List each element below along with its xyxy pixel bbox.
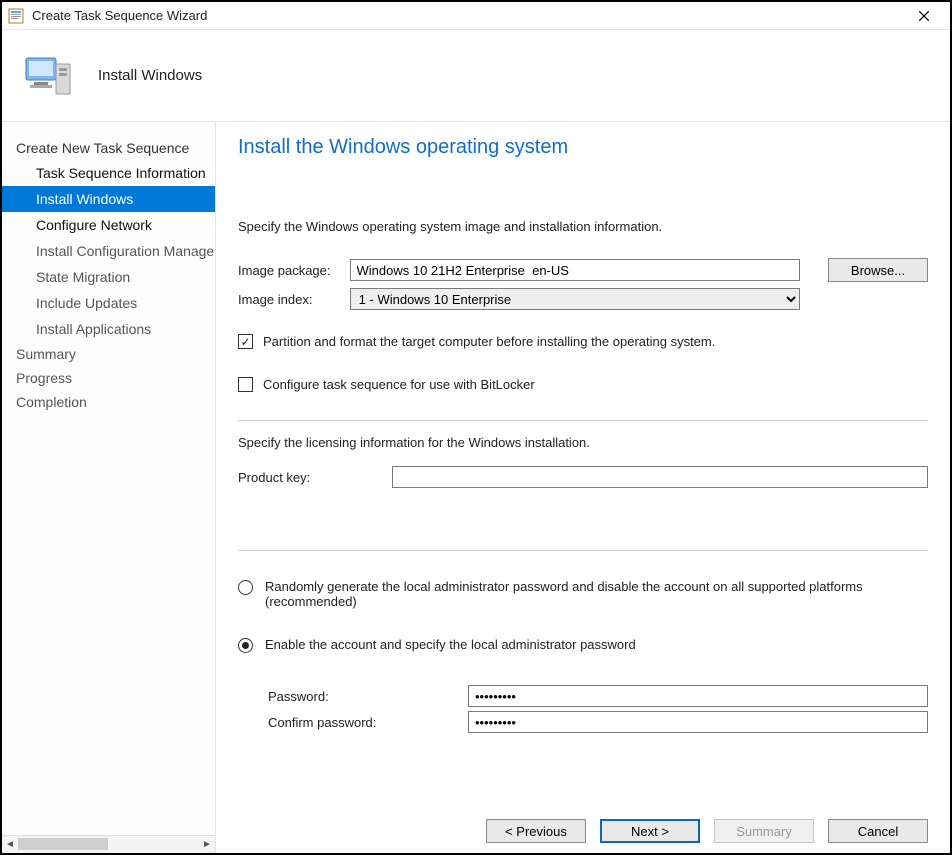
close-icon [919,11,929,21]
sidebar: Create New Task Sequence Task Sequence I… [2,122,216,853]
partition-label: Partition and format the target computer… [263,334,715,349]
header-title: Install Windows [98,67,202,84]
footer-buttons: < Previous Next > Summary Cancel [238,785,928,843]
scroll-thumb[interactable] [18,838,108,850]
cancel-button[interactable]: Cancel [828,819,928,843]
confirm-password-label: Confirm password: [268,715,468,730]
radio-enable-label: Enable the account and specify the local… [265,637,636,652]
scroll-left-icon[interactable]: ◄ [2,836,18,853]
radio-enable-row[interactable]: Enable the account and specify the local… [238,637,928,653]
bitlocker-label: Configure task sequence for use with Bit… [263,377,535,392]
radio-random[interactable] [238,580,253,595]
sidebar-item-configure-network[interactable]: Configure Network [2,212,215,238]
sidebar-item-task-sequence-information[interactable]: Task Sequence Information [2,160,215,186]
partition-checkbox-row[interactable]: Partition and format the target computer… [238,334,928,349]
partition-checkbox[interactable] [238,334,253,349]
app-icon [8,8,24,24]
page-title: Install the Windows operating system [238,136,928,159]
separator-1 [238,420,928,421]
sidebar-scrollbar[interactable]: ◄ ► [2,835,215,853]
radio-random-row[interactable]: Randomly generate the local administrato… [238,579,928,609]
content: Install the Windows operating system Spe… [216,122,950,853]
window-title: Create Task Sequence Wizard [32,8,904,23]
image-index-label: Image index: [238,292,350,307]
image-package-input[interactable] [350,259,800,281]
wizard-icon [20,48,76,104]
body: Create New Task Sequence Task Sequence I… [2,122,950,853]
scroll-right-icon[interactable]: ► [199,836,215,853]
radio-random-label: Randomly generate the local administrato… [265,579,885,609]
password-input[interactable] [468,685,928,707]
password-label: Password: [268,689,468,704]
previous-button[interactable]: < Previous [486,819,586,843]
titlebar: Create Task Sequence Wizard [2,2,950,30]
separator-2 [238,550,928,551]
wizard-window: Create Task Sequence Wizard Install Wind… [0,0,952,855]
product-key-input[interactable] [392,466,928,488]
sidebar-item-progress[interactable]: Progress [2,366,215,390]
image-index-select[interactable]: 1 - Windows 10 Enterprise [350,288,800,310]
sidebar-item-install-windows[interactable]: Install Windows [2,186,215,212]
image-package-label: Image package: [238,263,350,278]
sidebar-item-completion[interactable]: Completion [2,390,215,414]
header-band: Install Windows [2,30,950,122]
sidebar-heading: Create New Task Sequence [2,136,215,160]
sidebar-item-summary[interactable]: Summary [2,342,215,366]
sidebar-item-install-config-manager[interactable]: Install Configuration Manager [2,238,215,264]
close-button[interactable] [904,2,944,29]
scroll-track[interactable] [18,836,199,853]
licensing-text: Specify the licensing information for th… [238,435,928,450]
radio-enable[interactable] [238,638,253,653]
summary-button: Summary [714,819,814,843]
bitlocker-checkbox-row[interactable]: Configure task sequence for use with Bit… [238,377,928,392]
browse-button[interactable]: Browse... [828,258,928,282]
sidebar-item-include-updates[interactable]: Include Updates [2,290,215,316]
sidebar-item-state-migration[interactable]: State Migration [2,264,215,290]
confirm-password-input[interactable] [468,711,928,733]
intro-text: Specify the Windows operating system ima… [238,219,928,234]
sidebar-item-install-applications[interactable]: Install Applications [2,316,215,342]
product-key-label: Product key: [238,470,392,485]
bitlocker-checkbox[interactable] [238,377,253,392]
next-button[interactable]: Next > [600,819,700,843]
